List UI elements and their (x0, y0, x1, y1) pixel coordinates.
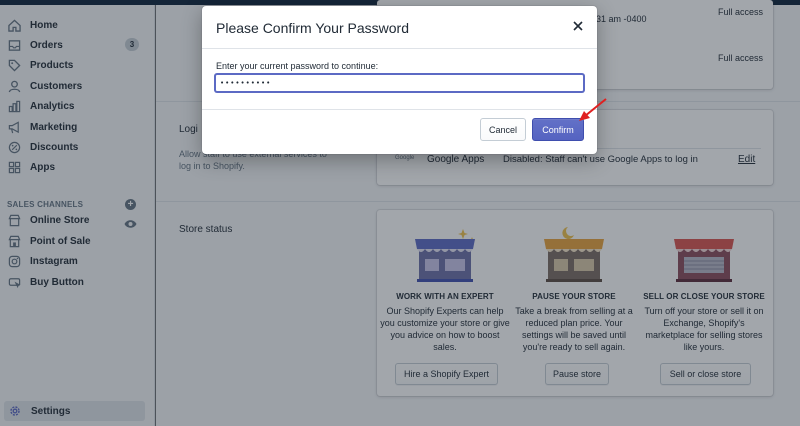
cancel-button[interactable]: Cancel (480, 118, 526, 141)
password-label: Enter your current password to continue: (216, 61, 379, 71)
confirm-password-modal: Please Confirm Your Password Enter your … (202, 6, 597, 154)
modal-divider (202, 48, 597, 49)
close-icon[interactable] (568, 16, 588, 36)
modal-title: Please Confirm Your Password (216, 20, 409, 36)
annotation-arrow-icon (579, 98, 607, 121)
modal-divider (202, 109, 597, 110)
password-input[interactable] (215, 74, 584, 92)
